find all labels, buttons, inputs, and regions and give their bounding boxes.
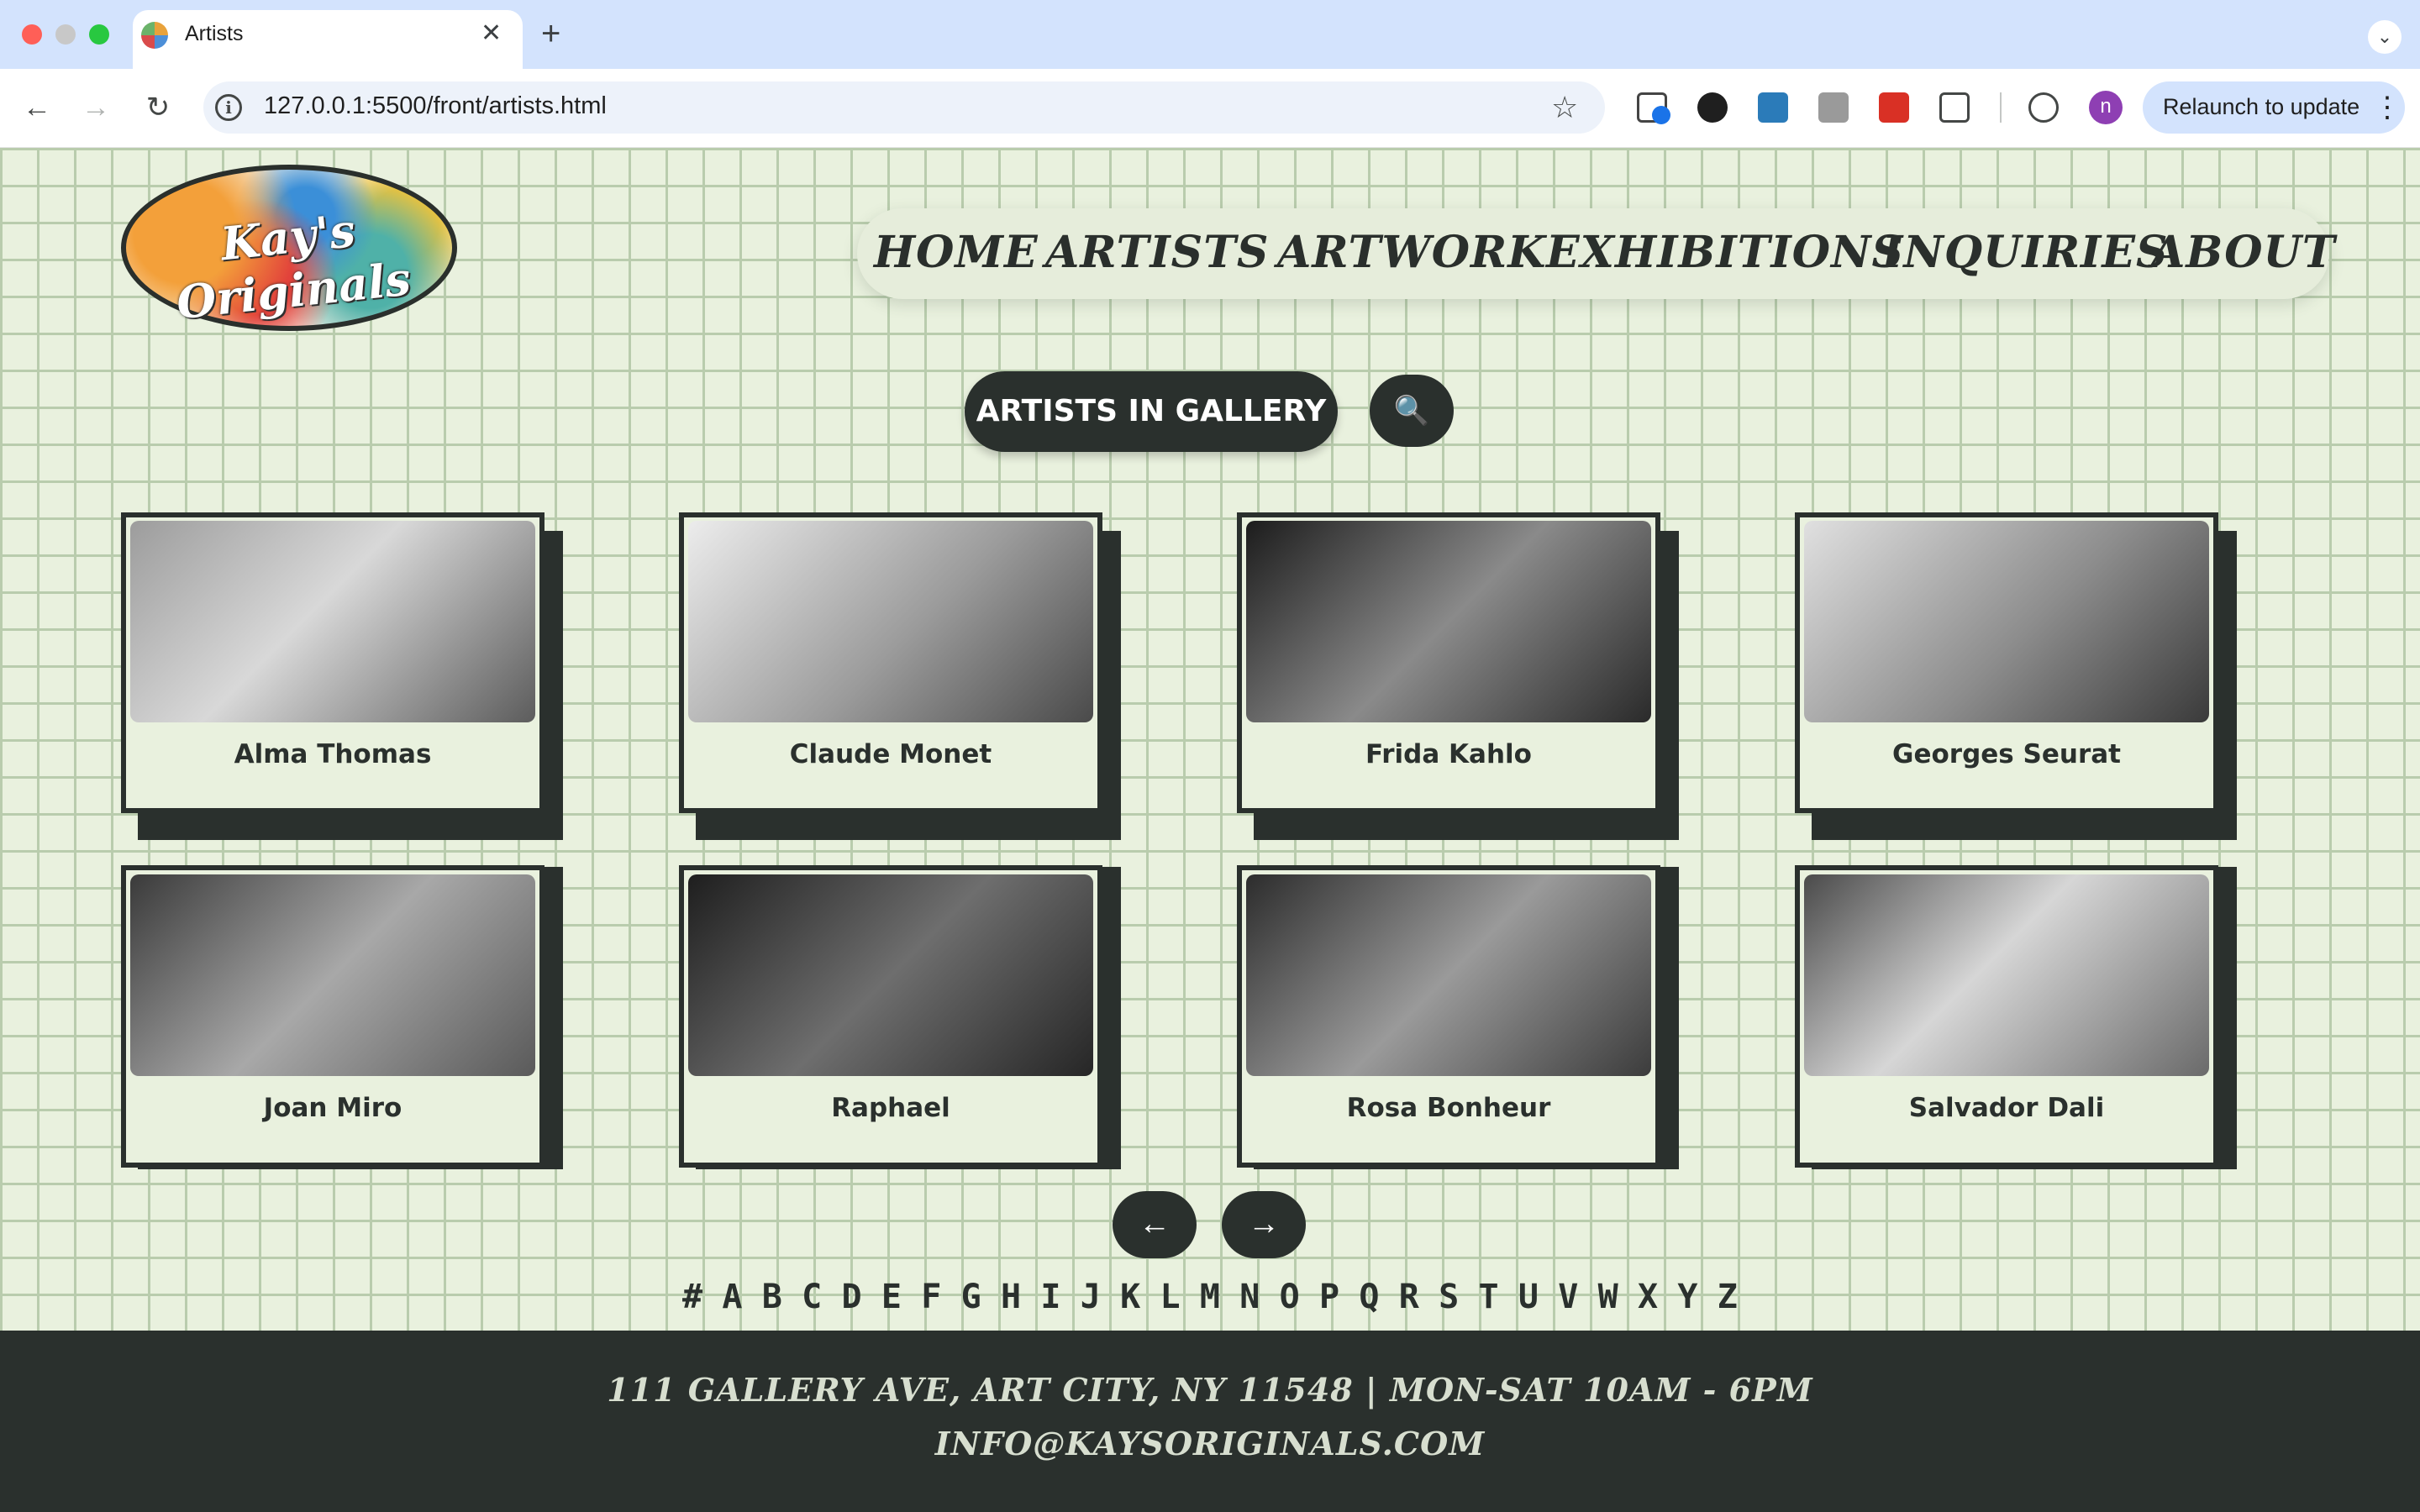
alphabet-filter: # A B C D E F G H I J K L M N O P Q R S T U V W X Y Z <box>682 1273 1738 1320</box>
minimize-window-icon[interactable] <box>55 24 76 45</box>
artist-name[interactable]: Joan Miro <box>130 1093 535 1123</box>
artist-name[interactable]: Salvador Dali <box>1804 1093 2209 1123</box>
alphabet-letter[interactable]: S <box>1439 1273 1459 1320</box>
extension-badge-icon <box>1652 106 1670 124</box>
back-arrow-icon[interactable]: ← <box>17 87 57 128</box>
alphabet-letter[interactable]: O <box>1280 1273 1300 1320</box>
portrait-photo[interactable] <box>1246 874 1651 1076</box>
wordpress-extension-icon[interactable] <box>1697 92 1728 123</box>
artist-name[interactable]: Georges Seurat <box>1804 739 2209 769</box>
new-tab-icon[interactable]: + <box>541 15 560 52</box>
alphabet-letter[interactable]: L <box>1160 1273 1181 1320</box>
alphabet-letter[interactable]: Z <box>1718 1273 1738 1320</box>
portrait-photo[interactable] <box>688 874 1093 1076</box>
portrait-photo[interactable] <box>1804 521 2209 722</box>
nav-home[interactable]: HOME <box>874 223 1039 282</box>
portrait-photo[interactable] <box>1246 521 1651 722</box>
alphabet-letter[interactable]: F <box>921 1273 941 1320</box>
alphabet-letter[interactable]: H <box>1001 1273 1021 1320</box>
media-extension-icon[interactable] <box>1758 92 1788 123</box>
pen-extension-icon[interactable] <box>1818 92 1849 123</box>
alphabet-letter[interactable]: I <box>1040 1273 1060 1320</box>
prev-page-button[interactable]: ← <box>1113 1191 1197 1258</box>
puzzle-extensions-icon[interactable] <box>1939 92 1970 123</box>
nav-exhibitions[interactable]: EXHIBITIONS <box>1546 223 1904 282</box>
search-icon: 🔍 <box>1393 395 1430 427</box>
url-text[interactable]: 127.0.0.1:5500/front/artists.html <box>264 92 607 120</box>
alphabet-letter[interactable]: J <box>1081 1273 1101 1320</box>
alphabet-letter[interactable]: R <box>1399 1273 1419 1320</box>
portrait-photo[interactable] <box>130 874 535 1076</box>
artist-name[interactable]: Claude Monet <box>688 739 1093 769</box>
performance-icon[interactable] <box>2028 92 2059 123</box>
alphabet-letter[interactable]: # <box>682 1273 702 1320</box>
artist-name[interactable]: Alma Thomas <box>130 739 535 769</box>
site-footer <box>0 1331 2420 1512</box>
portrait-photo[interactable] <box>688 521 1093 722</box>
next-page-button[interactable]: → <box>1222 1191 1306 1258</box>
portrait-photo[interactable] <box>1804 874 2209 1076</box>
footer-address: 111 GALLERY AVE, ART CITY, NY 11548 | MO… <box>607 1371 1813 1409</box>
nav-artists[interactable]: ARTISTS <box>1045 223 1269 282</box>
site-info-icon[interactable]: i <box>215 94 242 121</box>
page-title-label: ARTISTS IN GALLERY <box>976 394 1327 428</box>
tab-search-chevron-icon[interactable]: ⌄ <box>2368 20 2402 54</box>
alphabet-letter[interactable]: M <box>1200 1273 1220 1320</box>
more-menu-icon[interactable]: ⋮ <box>2373 87 2402 128</box>
alphabet-letter[interactable]: K <box>1120 1273 1140 1320</box>
tab-close-icon[interactable]: ✕ <box>481 18 502 49</box>
alphabet-letter[interactable]: X <box>1638 1273 1658 1320</box>
alphabet-letter[interactable]: Y <box>1677 1273 1697 1320</box>
relaunch-label[interactable]: Relaunch to update <box>2163 94 2360 120</box>
alphabet-letter[interactable]: D <box>842 1273 862 1320</box>
nav-inquiries[interactable]: INQUIRIES <box>1882 223 2169 282</box>
portrait-photo[interactable] <box>130 521 535 722</box>
alphabet-letter[interactable]: B <box>762 1273 782 1320</box>
alphabet-letter[interactable]: E <box>881 1273 902 1320</box>
forward-arrow-icon[interactable]: → <box>76 87 116 128</box>
nav-artwork[interactable]: ARTWORK <box>1277 223 1546 282</box>
alphabet-letter[interactable]: T <box>1479 1273 1499 1320</box>
toolbar-separator <box>2000 92 2002 123</box>
maximize-window-icon[interactable] <box>89 24 109 45</box>
delete-extension-icon[interactable] <box>1879 92 1909 123</box>
bookmark-star-icon[interactable]: ☆ <box>1551 87 1578 128</box>
alphabet-letter[interactable]: P <box>1319 1273 1339 1320</box>
alphabet-letter[interactable]: U <box>1518 1273 1539 1320</box>
footer-email[interactable]: INFO@KAYSORIGINALS.COM <box>0 1425 2420 1462</box>
alphabet-letter[interactable]: W <box>1598 1273 1618 1320</box>
profile-avatar[interactable]: n <box>2089 91 2123 124</box>
reload-icon[interactable]: ↻ <box>138 87 178 128</box>
alphabet-letter[interactable]: Q <box>1359 1273 1379 1320</box>
site-favicon-icon <box>141 22 168 49</box>
alphabet-letter[interactable]: V <box>1558 1273 1578 1320</box>
alphabet-letter[interactable]: A <box>722 1273 742 1320</box>
tab-title: Artists <box>185 22 244 45</box>
close-window-icon[interactable] <box>22 24 42 45</box>
alphabet-letter[interactable]: C <box>802 1273 822 1320</box>
artist-name[interactable]: Frida Kahlo <box>1246 739 1651 769</box>
artist-name[interactable]: Raphael <box>688 1093 1093 1123</box>
alphabet-letter[interactable]: N <box>1239 1273 1260 1320</box>
artist-name[interactable]: Rosa Bonheur <box>1246 1093 1651 1123</box>
alphabet-letter[interactable]: G <box>961 1273 981 1320</box>
search-button[interactable]: 🔍 <box>1370 375 1454 447</box>
nav-about[interactable]: ABOUT <box>2151 223 2336 282</box>
